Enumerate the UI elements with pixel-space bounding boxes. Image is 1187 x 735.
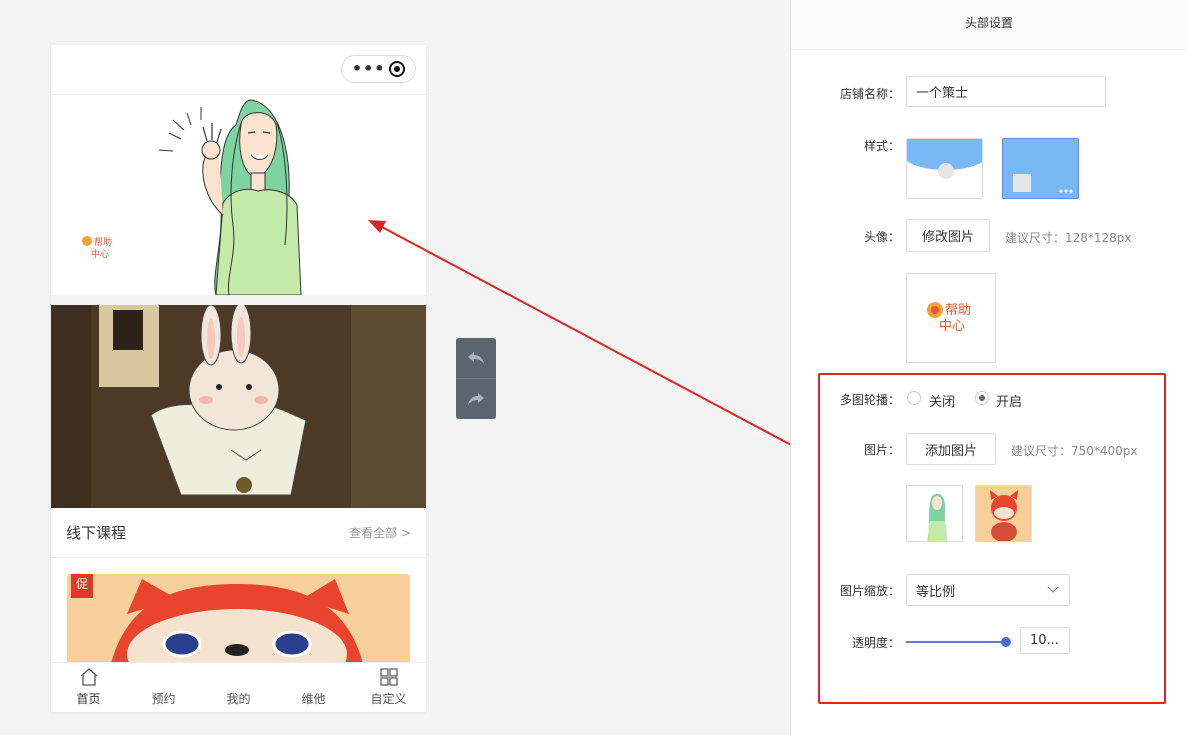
image-size-hint: 建议尺寸：750*400px: [1011, 444, 1138, 458]
opacity-slider-handle[interactable]: [1001, 637, 1011, 647]
avatar-size-hint: 建议尺寸：128*128px: [1005, 231, 1132, 245]
style-option-full[interactable]: [1002, 138, 1079, 199]
carousel-on-radio[interactable]: [975, 391, 989, 405]
carousel-on-label[interactable]: 开启: [996, 391, 1022, 410]
avatar-preview: 帮助 中心: [906, 273, 996, 363]
style-label: 样式：: [863, 139, 900, 153]
shop-name-input[interactable]: 一个策士: [906, 76, 1106, 107]
panel-title: 头部设置: [791, 0, 1187, 50]
opacity-input[interactable]: 10...: [1020, 627, 1070, 654]
image-label: 图片：: [863, 443, 900, 457]
avatar-label: 头像：: [863, 230, 900, 244]
thumb-girl-image: [907, 486, 962, 541]
carousel-off-radio[interactable]: [907, 391, 921, 405]
logo-image: 帮助 中心: [927, 302, 971, 334]
scale-label: 图片缩放：: [839, 584, 900, 598]
svg-text:中心: 中心: [939, 319, 965, 334]
add-image-button[interactable]: 添加图片: [906, 433, 996, 465]
chevron-down-icon: [1047, 586, 1059, 593]
settings-panel: 头部设置: [790, 0, 1187, 735]
image-thumb-1[interactable]: [906, 485, 963, 542]
carousel-label: 多图轮播：: [839, 393, 900, 407]
shop-name-label: 店铺名称：: [839, 87, 900, 101]
scale-select[interactable]: 等比例: [906, 574, 1070, 606]
opacity-slider-track[interactable]: [906, 641, 1006, 643]
image-thumb-2[interactable]: [975, 485, 1032, 542]
change-avatar-button[interactable]: 修改图片: [906, 219, 990, 252]
svg-text:帮助: 帮助: [945, 303, 971, 318]
style-option-arc[interactable]: [906, 138, 983, 199]
carousel-off-label[interactable]: 关闭: [929, 391, 955, 410]
thumb-fox-image: [976, 486, 1031, 541]
style-full-preview: [1003, 139, 1078, 198]
opacity-label: 透明度：: [851, 636, 900, 650]
style-arc-preview: [907, 139, 982, 179]
scale-select-value: 等比例: [916, 584, 956, 600]
